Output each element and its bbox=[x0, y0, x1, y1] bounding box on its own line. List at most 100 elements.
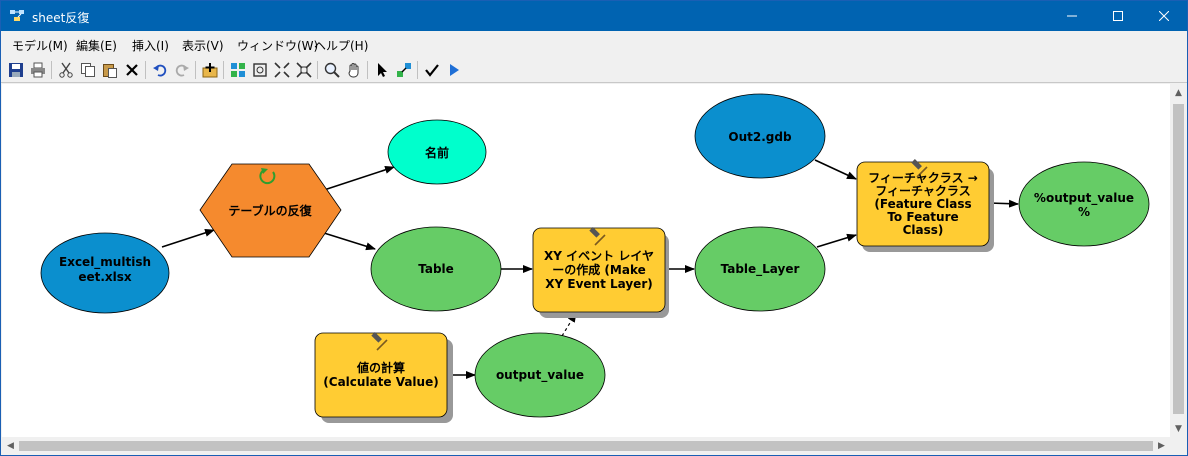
copy-button[interactable] bbox=[78, 60, 98, 80]
node-label: output_value bbox=[496, 368, 584, 383]
node-make-xy-event-layer-tool[interactable]: XY イベント レイヤ ーの作成 (Make XY Event Layer) bbox=[532, 227, 669, 318]
node-table-layer[interactable]: Table_Layer bbox=[694, 226, 826, 312]
node-label: %output_value bbox=[1034, 191, 1134, 206]
connect-button[interactable] bbox=[394, 60, 414, 80]
scroll-left-icon[interactable]: ◀ bbox=[2, 437, 19, 454]
node-out2-gdb[interactable]: Out2.gdb bbox=[694, 93, 826, 179]
connect-icon bbox=[397, 63, 411, 77]
close-button[interactable] bbox=[1141, 1, 1187, 31]
node-label: テーブルの反復 bbox=[228, 203, 312, 218]
node-label: フィーチャクラス → bbox=[868, 171, 978, 185]
menu-help[interactable]: ヘルプ(H) bbox=[314, 37, 368, 54]
node-label: Excel_multish bbox=[59, 255, 151, 270]
auto-layout-icon bbox=[231, 63, 245, 77]
undo-button[interactable] bbox=[150, 60, 170, 80]
toolbar-separator bbox=[317, 61, 318, 79]
undo-icon bbox=[153, 64, 167, 77]
node-table[interactable]: Table bbox=[370, 226, 502, 312]
connector-out2-to-fc-tool[interactable] bbox=[814, 159, 857, 180]
zoom-icon bbox=[324, 62, 340, 78]
scrollbar-corner bbox=[1170, 437, 1187, 455]
full-extent-icon bbox=[253, 63, 267, 77]
connector-iterator-to-table[interactable] bbox=[323, 232, 376, 251]
connector-iterator-to-name[interactable] bbox=[323, 166, 395, 191]
toolbar-separator bbox=[417, 61, 418, 79]
scroll-up-icon[interactable]: ▲ bbox=[1170, 84, 1187, 101]
delete-icon bbox=[126, 64, 138, 76]
node-feature-class-to-feature-class-tool[interactable]: フィーチャクラス → フィーチャクラス (Feature Class To Fe… bbox=[856, 159, 994, 252]
cut-button[interactable] bbox=[56, 60, 76, 80]
maximize-icon bbox=[1113, 11, 1123, 21]
node-label: Class) bbox=[903, 223, 944, 237]
toolbar-separator bbox=[145, 61, 146, 79]
title-bar[interactable]: sheet反復 bbox=[1, 1, 1187, 31]
node-label: 値の計算 bbox=[356, 360, 405, 375]
node-label: ーの作成 (Make bbox=[552, 262, 646, 277]
redo-button[interactable] bbox=[172, 60, 192, 80]
menu-model[interactable]: モデル(M) bbox=[12, 37, 68, 54]
window-title: sheet反復 bbox=[32, 11, 90, 25]
paste-button[interactable] bbox=[100, 60, 120, 80]
copy-icon bbox=[81, 63, 95, 77]
minimize-button[interactable] bbox=[1049, 1, 1095, 31]
model-diagram: Excel_multish eet.xlsx テーブルの反復 名前 Table … bbox=[40, 93, 1150, 423]
node-label: XY イベント レイヤ bbox=[544, 249, 654, 263]
node-label: Table_Layer bbox=[721, 262, 800, 277]
validate-icon bbox=[425, 64, 439, 77]
node-excel-input[interactable]: Excel_multish eet.xlsx bbox=[40, 232, 170, 314]
node-label: % bbox=[1078, 205, 1090, 219]
print-button[interactable] bbox=[28, 60, 48, 80]
zoom-button[interactable] bbox=[322, 60, 342, 80]
add-data-icon bbox=[202, 63, 218, 78]
vertical-scrollbar[interactable]: ▲ ▼ bbox=[1170, 84, 1187, 437]
node-table-iterator[interactable]: テーブルの反復 bbox=[199, 163, 342, 258]
node-output-value[interactable]: output_value bbox=[474, 332, 606, 418]
auto-layout-button[interactable] bbox=[228, 60, 248, 80]
zoom-in-fixed-button[interactable] bbox=[272, 60, 292, 80]
model-builder-window: sheet反復 モデル(M) 編集(E) 挿入(I) 表示(V) ウィンドウ(W… bbox=[0, 0, 1188, 456]
toolbar-separator bbox=[223, 61, 224, 79]
menu-insert[interactable]: 挿入(I) bbox=[132, 37, 169, 54]
minimize-icon bbox=[1067, 15, 1077, 17]
close-icon bbox=[1159, 11, 1169, 21]
select-button[interactable] bbox=[372, 60, 392, 80]
full-extent-button[interactable] bbox=[250, 60, 270, 80]
vertical-scroll-thumb[interactable] bbox=[1173, 104, 1184, 414]
toolbar-separator bbox=[367, 61, 368, 79]
validate-button[interactable] bbox=[422, 60, 442, 80]
node-label: XY Event Layer) bbox=[545, 277, 652, 291]
select-icon bbox=[378, 63, 387, 77]
model-canvas[interactable]: Excel_multish eet.xlsx テーブルの反復 名前 Table … bbox=[2, 84, 1170, 437]
node-output-value-percent[interactable]: %output_value % bbox=[1018, 161, 1150, 247]
zoom-out-fixed-button[interactable] bbox=[294, 60, 314, 80]
scroll-right-icon[interactable]: ▶ bbox=[1153, 437, 1170, 454]
horizontal-scrollbar[interactable]: ◀ ▶ bbox=[2, 437, 1170, 455]
node-name-parameter[interactable]: 名前 bbox=[387, 119, 487, 185]
zoom-out-fixed-icon bbox=[296, 62, 312, 78]
menu-window[interactable]: ウィンドウ(W) bbox=[237, 37, 318, 54]
toolbar bbox=[1, 57, 1187, 83]
redo-icon bbox=[175, 64, 189, 77]
menu-edit[interactable]: 編集(E) bbox=[76, 37, 117, 54]
node-label: eet.xlsx bbox=[78, 270, 132, 284]
maximize-button[interactable] bbox=[1095, 1, 1141, 31]
run-button[interactable] bbox=[444, 60, 464, 80]
node-calculate-value-tool[interactable]: 値の計算 (Calculate Value) bbox=[314, 332, 453, 423]
node-label: 名前 bbox=[425, 145, 449, 160]
node-label: (Feature Class bbox=[874, 197, 971, 211]
model-builder-app-icon bbox=[10, 10, 24, 21]
connector-excel-to-iterator[interactable] bbox=[161, 228, 215, 248]
node-label: Table bbox=[418, 262, 454, 276]
toolbar-separator bbox=[51, 61, 52, 79]
horizontal-scroll-thumb[interactable] bbox=[19, 441, 1153, 451]
scroll-down-icon[interactable]: ▼ bbox=[1170, 420, 1187, 437]
delete-button[interactable] bbox=[122, 60, 142, 80]
connector-table-layer-to-fc-tool[interactable] bbox=[816, 233, 857, 248]
node-label: To Feature bbox=[887, 210, 958, 224]
menu-view[interactable]: 表示(V) bbox=[182, 37, 224, 54]
save-button[interactable] bbox=[6, 60, 26, 80]
zoom-in-fixed-icon bbox=[274, 62, 290, 78]
node-label: (Calculate Value) bbox=[323, 375, 438, 389]
pan-button[interactable] bbox=[344, 60, 364, 80]
add-data-button[interactable] bbox=[200, 60, 220, 80]
